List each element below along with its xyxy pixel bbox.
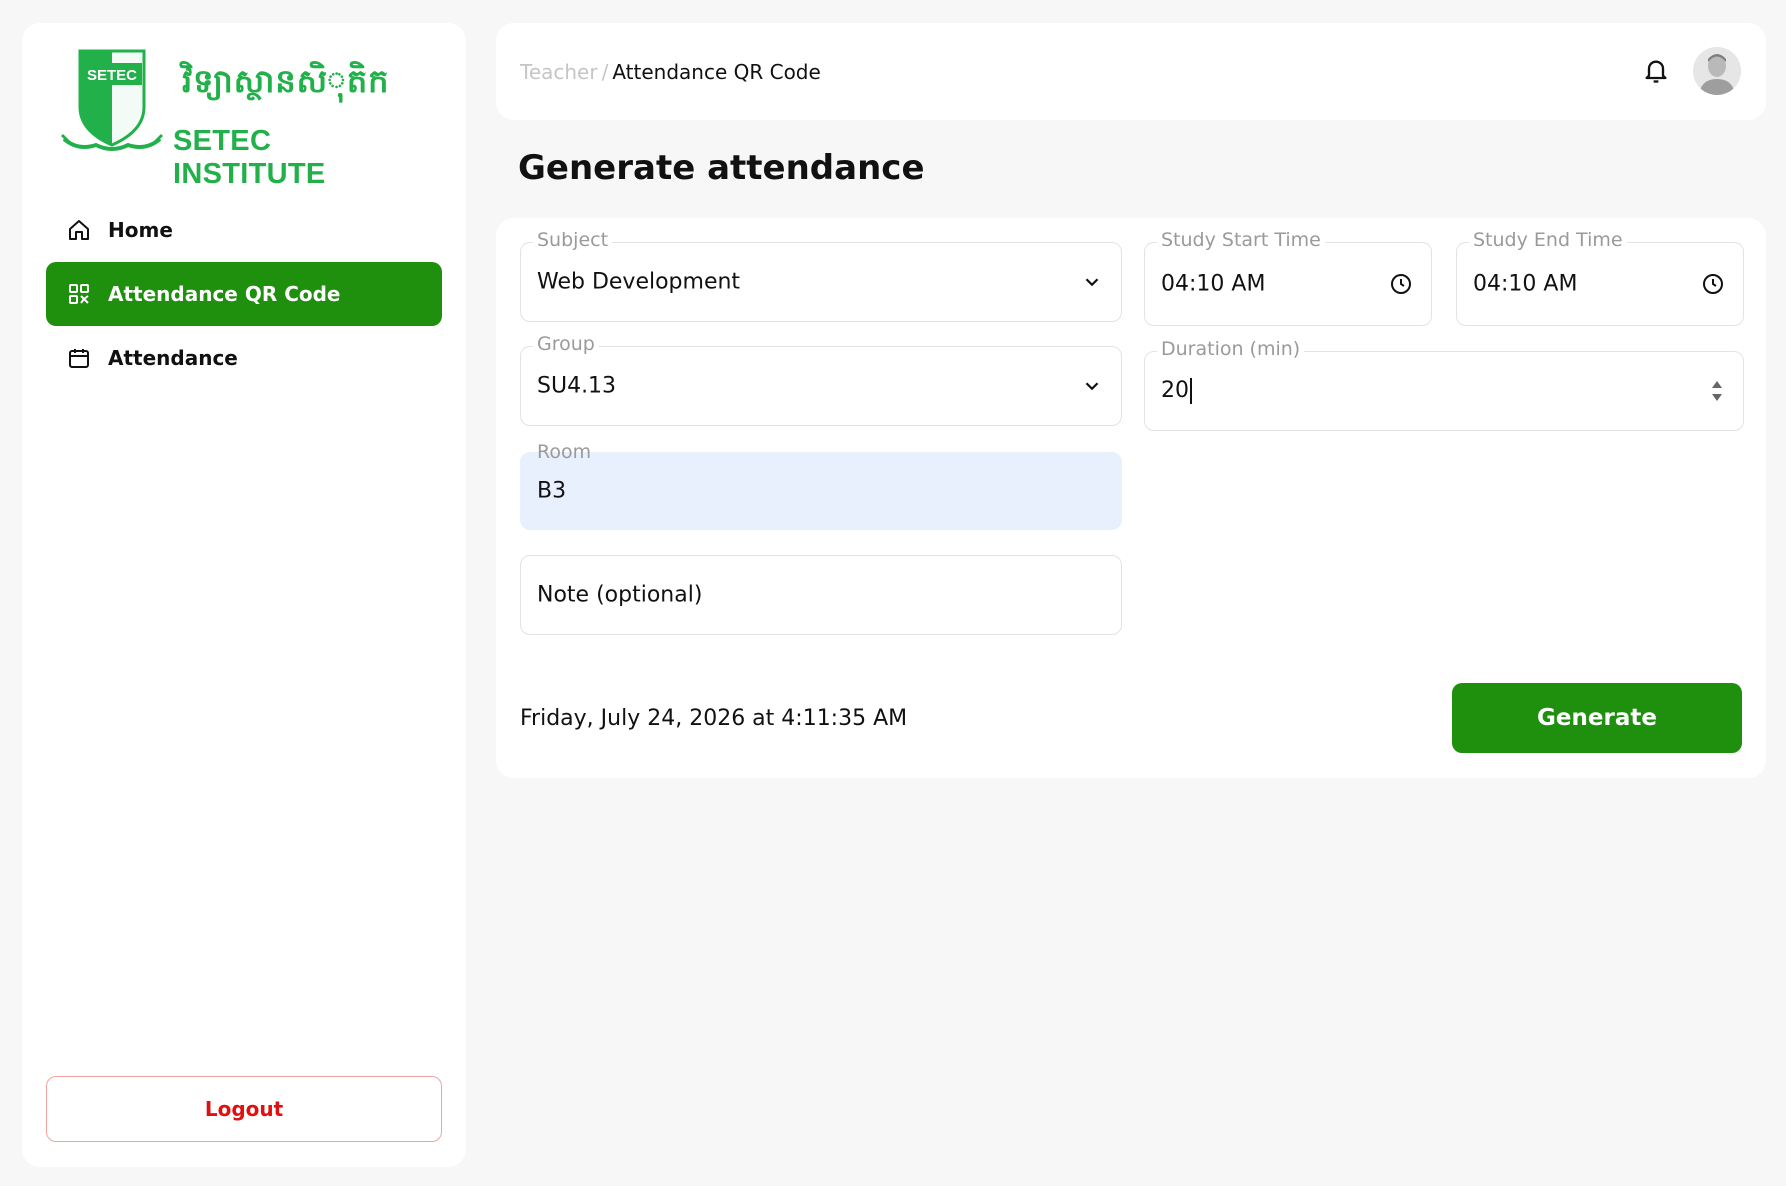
qr-code-icon <box>66 281 92 307</box>
study-start-time-value: 04:10 AM <box>1161 271 1266 297</box>
duration-input[interactable]: Duration (min) 20 <box>1144 338 1744 431</box>
study-end-time-value: 04:10 AM <box>1473 271 1578 297</box>
group-select[interactable]: Group SU4.13 <box>520 333 1122 426</box>
note-input[interactable]: Note (optional) <box>520 555 1122 635</box>
subject-value: Web Development <box>537 269 741 295</box>
generate-button[interactable]: Generate <box>1452 683 1742 753</box>
breadcrumb: Teacher / Attendance QR Code <box>520 60 821 84</box>
duration-value: 20 <box>1161 378 1192 404</box>
home-icon <box>66 217 92 243</box>
text-cursor <box>1190 378 1192 404</box>
study-start-time-label: Study Start Time <box>1157 229 1325 251</box>
number-spinner[interactable] <box>1709 376 1725 406</box>
clock-icon[interactable] <box>1389 272 1413 296</box>
subject-label: Subject <box>533 229 613 251</box>
note-placeholder: Note (optional) <box>537 582 703 608</box>
study-start-time-input[interactable]: Study Start Time 04:10 AM <box>1144 229 1432 326</box>
breadcrumb-separator: / <box>601 60 609 84</box>
sidebar-item-label: Home <box>108 218 173 242</box>
room-label: Room <box>537 441 592 463</box>
chevron-down-icon <box>1081 271 1103 293</box>
sidebar-item-home[interactable]: Home <box>46 198 442 262</box>
logout-button[interactable]: Logout <box>46 1076 442 1142</box>
sidebar-item-attendance[interactable]: Attendance <box>46 326 442 390</box>
attendance-form-card: Subject Web Development Group SU4.13 Roo… <box>496 218 1766 778</box>
room-input[interactable]: Room B3 <box>520 441 1122 530</box>
logo-english-name: SETEC INSTITUTE <box>173 125 326 190</box>
breadcrumb-root[interactable]: Teacher <box>520 60 598 84</box>
logo-khmer-name: វិទ្យាស្ថានសិុតិក <box>182 62 390 100</box>
chevron-down-icon <box>1081 375 1103 397</box>
subject-select[interactable]: Subject Web Development <box>520 229 1122 322</box>
sidebar-item-attendance-qr-code[interactable]: Attendance QR Code <box>46 262 442 326</box>
page-title: Generate attendance <box>518 148 925 188</box>
study-end-time-input[interactable]: Study End Time 04:10 AM <box>1456 229 1744 326</box>
user-avatar[interactable] <box>1693 47 1741 95</box>
group-label: Group <box>533 333 599 355</box>
group-value: SU4.13 <box>537 373 617 399</box>
sidebar-nav: Home Attendance QR Code Attendance <box>46 198 442 390</box>
duration-label: Duration (min) <box>1157 338 1305 360</box>
sidebar: SETEC វិទ្យាស្ថានសិុតិក SETEC INSTITUTE … <box>22 23 466 1167</box>
bell-icon[interactable] <box>1642 57 1670 89</box>
sidebar-item-label: Attendance QR Code <box>108 282 341 306</box>
duration-value-text: 20 <box>1161 378 1189 403</box>
calendar-icon <box>66 345 92 371</box>
top-bar: Teacher / Attendance QR Code <box>496 23 1766 120</box>
sidebar-item-label: Attendance <box>108 346 238 370</box>
setec-logo[interactable]: SETEC វិទ្យាស្ថានសិុតិក SETEC INSTITUTE <box>60 47 430 190</box>
setec-shield-logo: SETEC <box>60 49 164 151</box>
clock-icon[interactable] <box>1701 272 1725 296</box>
breadcrumb-current: Attendance QR Code <box>612 60 821 84</box>
room-value: B3 <box>537 478 567 504</box>
svg-text:SETEC: SETEC <box>87 67 137 84</box>
current-datetime: Friday, July 24, 2026 at 4:11:35 AM <box>520 706 908 731</box>
study-end-time-label: Study End Time <box>1469 229 1627 251</box>
